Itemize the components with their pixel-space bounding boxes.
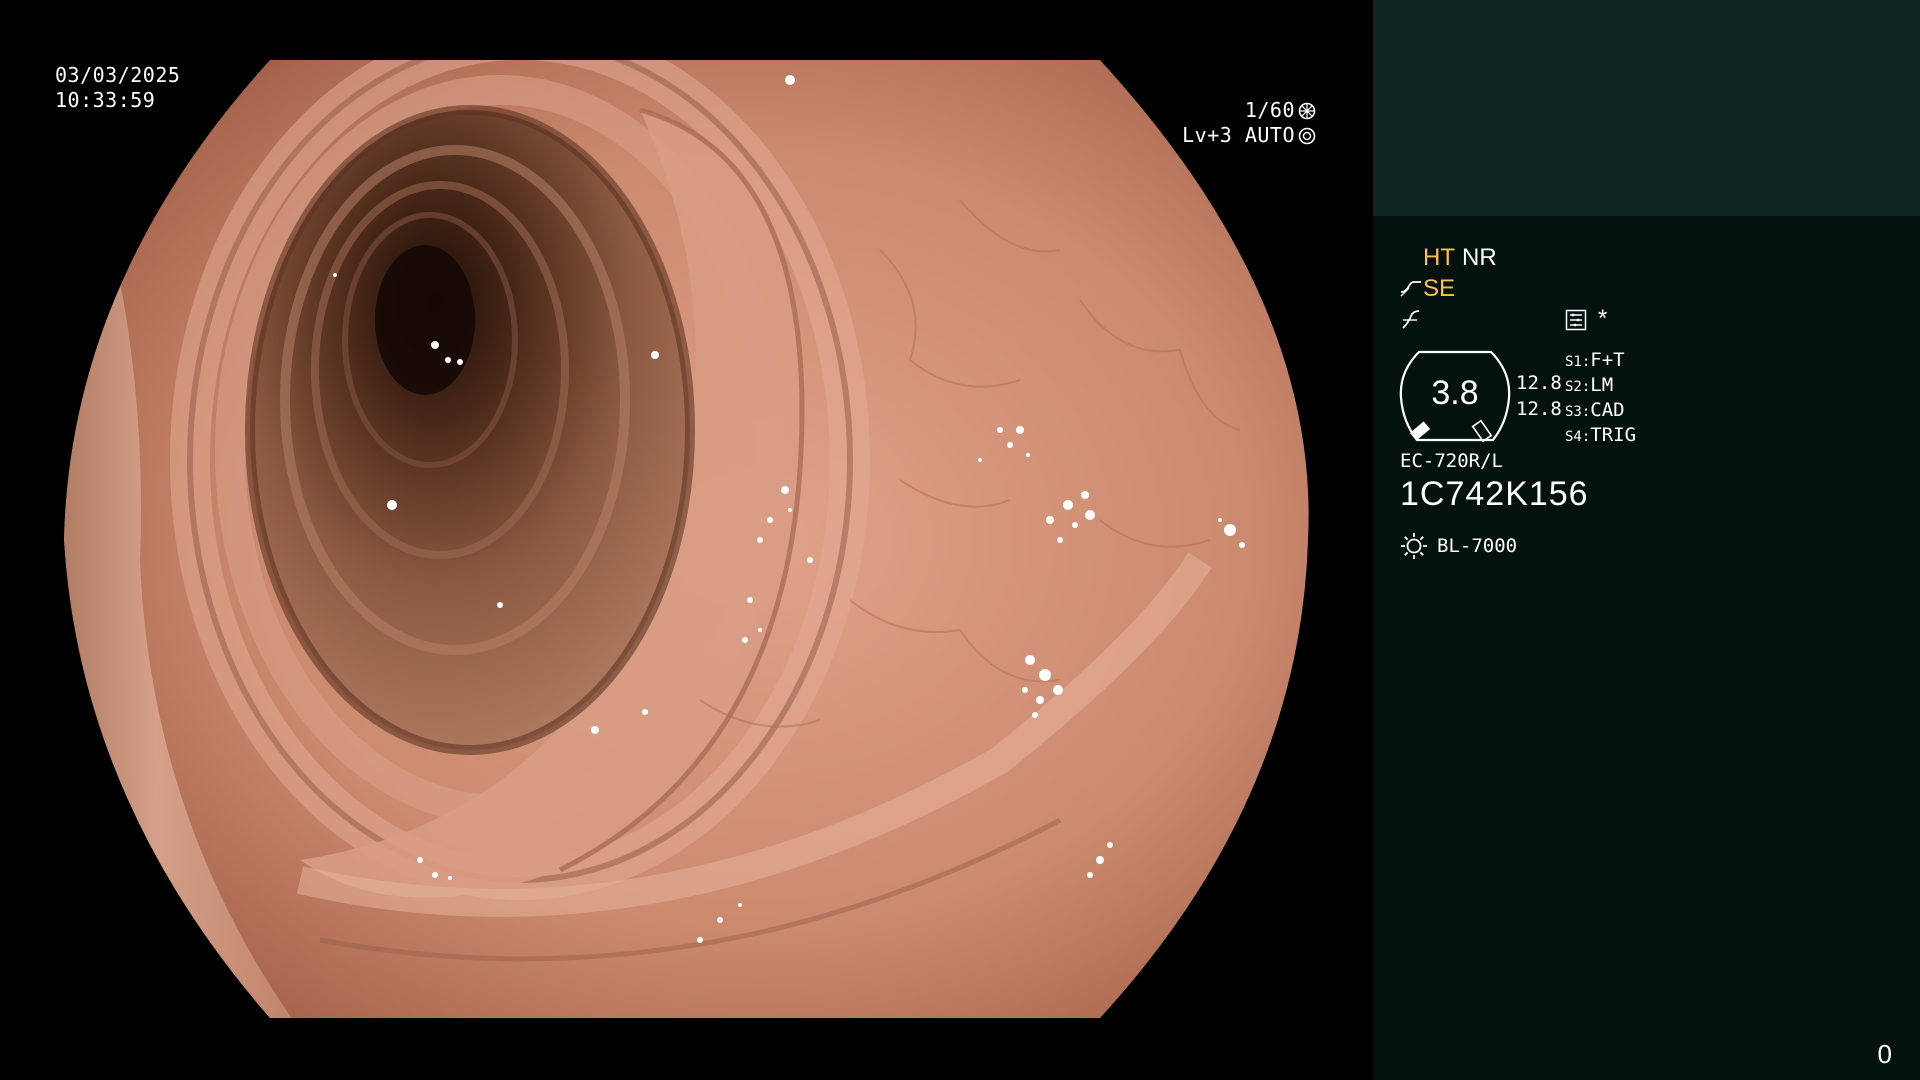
scope-button-s3: S3:CAD <box>1565 399 1625 421</box>
endoscope-video-area: 03/03/2025 10:33:59 1/60 Lv+3 AUTO <box>0 0 1373 1080</box>
exam-time: 10:33:59 <box>55 88 156 112</box>
scope-button-s4: S4:TRIG <box>1565 424 1636 446</box>
shutter-speed: 1/60 <box>1244 98 1295 122</box>
gamma-curve-icon <box>1402 310 1420 329</box>
light-source-icon <box>1401 533 1427 559</box>
endoscopic-image <box>64 60 1309 1018</box>
scope-button-key: S2: <box>1565 379 1591 395</box>
scope-button-s2: S2:LM <box>1565 374 1613 396</box>
brightness-level: Lv+3 <box>1182 123 1233 147</box>
page-counter: 0 <box>1877 1039 1892 1069</box>
scope-serial: 1C742K156 <box>1400 475 1589 513</box>
scope-model: EC-720R/L <box>1400 450 1503 472</box>
side-value-2: 12.8 <box>1516 398 1562 420</box>
enhancement-curve-icon <box>1400 281 1421 297</box>
exposure-info: 1/60 Lv+3 AUTO <box>1182 98 1316 148</box>
exam-datetime: 03/03/2025 10:33:59 <box>55 63 180 113</box>
scope-button-key: S1: <box>1565 354 1591 370</box>
scope-button-key: S3: <box>1565 404 1591 420</box>
aperture-icon <box>1298 102 1316 120</box>
iris-mode: AUTO <box>1244 123 1295 147</box>
menu-list-icon <box>1565 309 1587 331</box>
scope-button-label: TRIG <box>1590 424 1637 446</box>
exam-date: 03/03/2025 <box>55 63 181 87</box>
scope-button-s1: S1:F+T <box>1565 349 1625 371</box>
ht-indicator: HT <box>1423 244 1455 271</box>
se-indicator: SE <box>1423 275 1456 302</box>
iris-auto-icon <box>1298 127 1316 145</box>
scope-button-label: LM <box>1590 374 1614 396</box>
asterisk-indicator: * <box>1598 305 1608 332</box>
scope-button-key: S4: <box>1565 429 1591 445</box>
gauge-value: 3.8 <box>1431 374 1479 412</box>
light-source-label: BL-7000 <box>1437 535 1518 557</box>
side-value-1: 12.8 <box>1516 372 1562 394</box>
nr-indicator: NR <box>1462 244 1497 271</box>
scope-button-label: CAD <box>1590 399 1625 421</box>
panel-header-area <box>1373 0 1920 216</box>
info-panel: HT NR SE * 3.8 12.8 12.8 S1:F+T S2:LM S3… <box>1373 0 1920 1080</box>
scope-button-label: F+T <box>1590 349 1625 371</box>
